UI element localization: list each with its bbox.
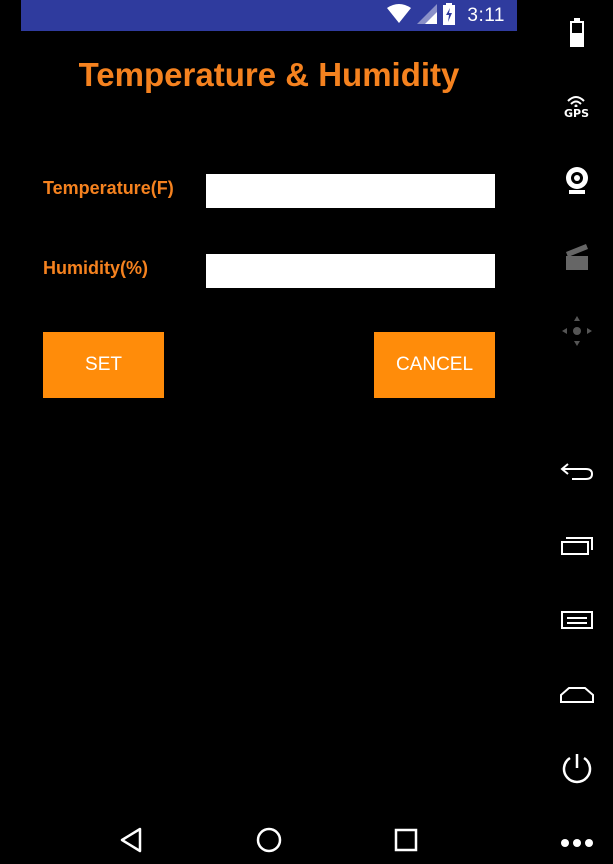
battery-charging-icon <box>443 2 456 30</box>
recents-icon <box>560 536 594 556</box>
emulator-menu-button[interactable] <box>540 598 613 642</box>
media-icon <box>564 242 590 272</box>
battery-icon <box>569 18 585 48</box>
emulator-side-panel: GPS <box>540 0 613 864</box>
cell-signal-icon <box>417 3 438 29</box>
more-icon <box>560 838 594 848</box>
emulator-back-button[interactable] <box>540 449 613 493</box>
home-icon <box>256 827 282 858</box>
gps-label: GPS <box>563 106 589 120</box>
emulator-media-button[interactable] <box>540 235 613 279</box>
temperature-input[interactable] <box>206 174 495 208</box>
emulator-recents-button[interactable] <box>540 524 613 568</box>
menu-icon <box>560 610 594 630</box>
gps-icon: GPS <box>564 95 589 120</box>
home-icon <box>559 685 595 705</box>
nav-home-button[interactable] <box>249 824 289 860</box>
status-icons: 3:11 <box>387 2 505 30</box>
emulator-power-button[interactable] <box>540 747 613 791</box>
emulator-gps-button[interactable]: GPS <box>540 85 613 129</box>
temperature-label: Temperature(F) <box>43 178 174 198</box>
cancel-button[interactable]: CANCEL <box>374 332 495 398</box>
back-icon <box>119 827 143 858</box>
emulator-dpad-button[interactable] <box>540 309 613 353</box>
recents-icon <box>394 828 418 857</box>
nav-back-button[interactable] <box>111 824 151 860</box>
status-clock: 3:11 <box>467 5 505 26</box>
camera-icon <box>563 166 591 196</box>
emulator-home-button[interactable] <box>540 673 613 717</box>
humidity-input[interactable] <box>206 254 495 288</box>
wifi-icon <box>387 3 412 29</box>
navigation-bar <box>21 816 517 864</box>
emulator-more-button[interactable] <box>540 821 613 864</box>
back-icon <box>559 460 594 482</box>
status-bar: 3:11 <box>21 0 517 31</box>
power-icon <box>560 752 594 786</box>
dpad-icon <box>560 314 594 348</box>
emulator-battery-button[interactable] <box>540 11 613 55</box>
humidity-label: Humidity(%) <box>43 258 148 278</box>
device-screen: 3:11 Temperature & Humidity Temperature(… <box>21 0 517 864</box>
page-title: Temperature & Humidity <box>78 56 460 93</box>
emulator-camera-button[interactable] <box>540 159 613 203</box>
nav-recents-button[interactable] <box>386 824 426 860</box>
set-button[interactable]: SET <box>43 332 164 398</box>
